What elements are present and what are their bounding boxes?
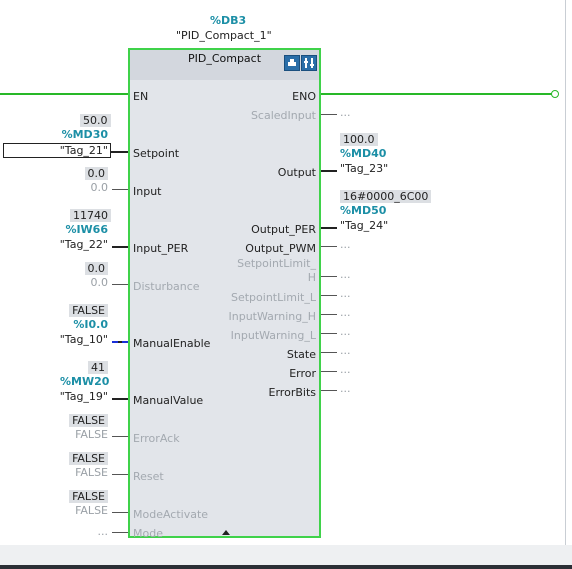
input-warning-l-wire [321,333,337,334]
manual-value-wire [112,398,128,400]
output-address: %MD40 [340,147,387,160]
output-wire [321,170,337,172]
mode-ghost-value[interactable]: ... [80,525,109,538]
error-ack-ghost-value[interactable]: FALSE [60,428,108,441]
commissioning-icon[interactable] [284,55,300,71]
pin-mode-activate[interactable]: ModeActivate [133,508,208,521]
error-bits-operand[interactable]: ... [340,382,351,395]
state-operand[interactable]: ... [340,344,351,357]
setpoint-wire [110,151,128,153]
pin-eno[interactable]: ENO [292,90,316,103]
error-operand[interactable]: ... [340,363,351,376]
pin-output[interactable]: Output [278,166,316,179]
setpoint-limit-l-wire [321,295,337,296]
disturbance-ghost-value[interactable]: 0.0 [70,276,109,289]
mode-wire [112,532,128,533]
error-wire [321,371,337,372]
pin-disturbance[interactable]: Disturbance [133,280,200,293]
manual-enable-address: %I0.0 [73,318,108,331]
instance-db-address: %DB3 [210,14,247,27]
setpoint-monitor-value: 50.0 [80,114,111,127]
manual-enable-tag[interactable]: "Tag_10" [50,333,108,346]
setpoint-address: %MD30 [61,128,108,141]
manual-value-monitor-value: 41 [80,361,108,374]
error-bits-wire [321,390,337,391]
input-monitor-value: 0.0 [80,167,108,180]
pin-en[interactable]: EN [133,90,148,103]
error-ack-wire [112,436,128,437]
setpoint-limit-h-operand[interactable]: ... [340,268,351,281]
configuration-icon[interactable] [301,55,317,71]
pin-error-ack[interactable]: ErrorAck [133,432,180,445]
manual-value-tag[interactable]: "Tag_19" [50,390,108,403]
output-tag[interactable]: "Tag_23" [340,162,388,175]
pin-mode[interactable]: Mode [133,527,163,540]
error-ack-monitor-value: FALSE [60,414,108,427]
pin-error[interactable]: Error [289,367,316,380]
instance-db-name[interactable]: "PID_Compact_1" [176,29,272,42]
disturbance-monitor-value: 0.0 [80,262,108,275]
disturbance-wire [112,284,128,285]
input-per-wire [112,246,128,248]
input-ghost-value[interactable]: 0.0 [70,181,109,194]
input-warning-l-operand[interactable]: ... [340,325,351,338]
rail-end-marker [551,90,559,98]
canvas-edge [565,0,566,545]
manual-enable-wire [112,341,128,343]
expand-arrow-icon[interactable] [222,530,230,535]
pin-reset[interactable]: Reset [133,470,164,483]
mode-activate-ghost-value[interactable]: FALSE [60,504,108,517]
power-rail-left [0,93,128,95]
manual-value-address: %MW20 [60,375,110,388]
output-per-tag[interactable]: "Tag_24" [340,219,388,232]
input-warning-h-operand[interactable]: ... [340,306,351,319]
input-warning-h-wire [321,314,337,315]
input-per-tag[interactable]: "Tag_22" [50,238,108,251]
pin-setpoint[interactable]: Setpoint [133,147,179,160]
pid-compact-block[interactable]: PID_Compact EN Setpoint Input Input_PER … [128,48,321,540]
pin-setpoint-limit-l[interactable]: SetpointLimit_L [231,291,316,304]
pin-manual-value[interactable]: ManualValue [133,394,203,407]
pin-input[interactable]: Input [133,185,161,198]
pin-setpoint-limit-h[interactable]: SetpointLimit_ [237,257,316,270]
output-monitor-value: 100.0 [340,133,378,146]
scaled-input-wire [321,114,337,115]
mode-activate-wire [112,512,128,513]
pin-scaled-input[interactable]: ScaledInput [251,109,316,122]
output-per-monitor-value: 16#0000_6C00 [340,190,432,203]
reset-monitor-value: FALSE [60,452,108,465]
output-pwm-wire [321,246,337,247]
setpoint-limit-l-operand[interactable]: ... [340,287,351,300]
pin-input-per[interactable]: Input_PER [133,242,188,255]
reset-ghost-value[interactable]: FALSE [60,466,108,479]
pin-setpoint-limit-h-suffix: H [307,271,316,284]
manual-enable-monitor-value: FALSE [60,304,108,317]
setpoint-tag[interactable]: "Tag_21" [3,143,111,158]
output-per-address: %MD50 [340,204,387,217]
state-wire [321,352,337,353]
pin-error-bits[interactable]: ErrorBits [269,386,316,399]
window-bottom-border [0,565,572,569]
output-per-wire [321,227,337,229]
output-pwm-operand[interactable]: ... [340,238,351,251]
input-per-monitor-value: 11740 [70,209,111,222]
reset-wire [112,474,128,475]
mode-activate-monitor-value: FALSE [60,490,108,503]
scaled-input-operand[interactable]: ... [340,106,351,119]
setpoint-limit-h-wire [321,276,337,277]
pin-output-pwm[interactable]: Output_PWM [245,242,316,255]
pin-output-per[interactable]: Output_PER [251,223,316,236]
pin-input-warning-h[interactable]: InputWarning_H [229,310,316,323]
power-rail-right [321,93,554,95]
input-per-address: %IW66 [65,223,108,236]
input-wire [112,189,128,190]
pin-state[interactable]: State [287,348,316,361]
pin-input-warning-l[interactable]: InputWarning_L [231,329,316,342]
pin-manual-enable[interactable]: ManualEnable [133,337,210,350]
